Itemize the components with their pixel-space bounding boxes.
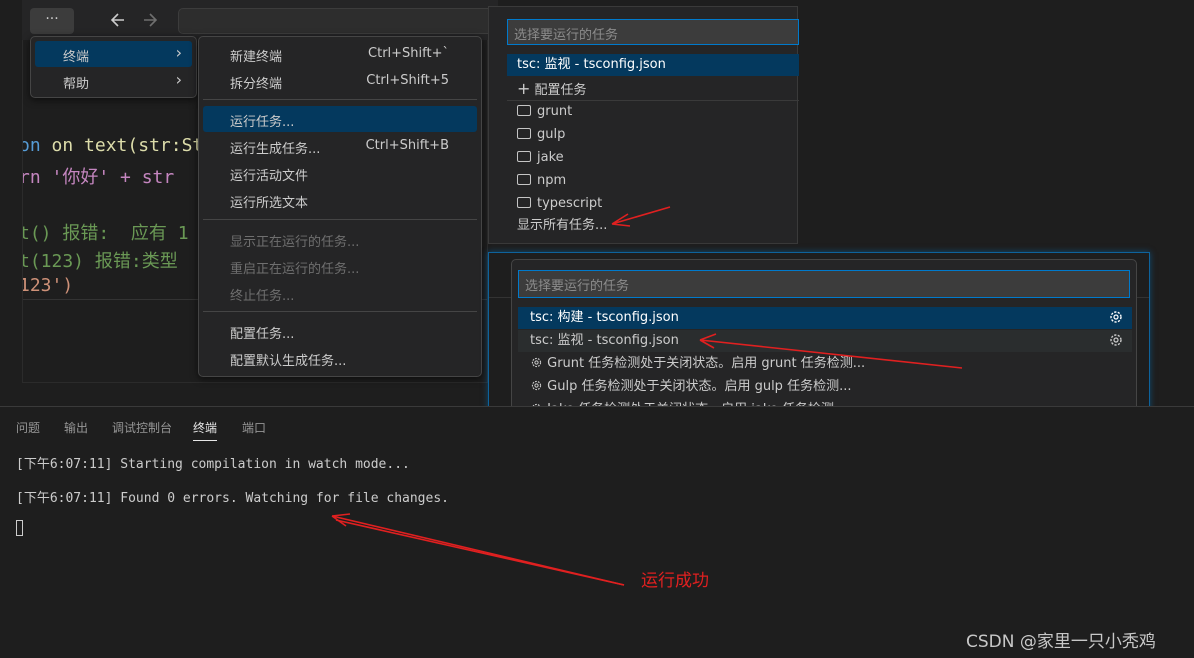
arrow-to-terminal-output-2 (335, 519, 625, 586)
arrow-to-show-all (611, 206, 671, 227)
annotation-label: 运行成功 (641, 571, 709, 591)
watermark: CSDN @家里一只小秃鸡 (966, 632, 1156, 652)
annotation-arrows (331, 206, 963, 586)
arrow-to-tsc-watch (699, 333, 963, 369)
